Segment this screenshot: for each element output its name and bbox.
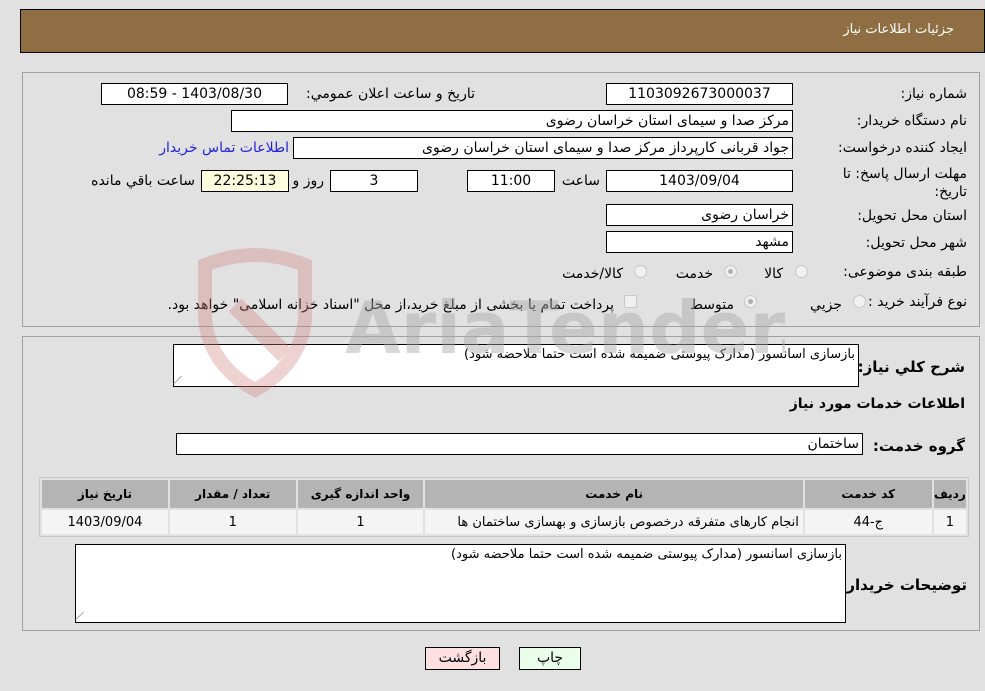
process-radio-minor[interactable] xyxy=(853,295,866,308)
buyer-notes-text: بازسازی اسانسور (مدارک پیوستی ضمیمه شده … xyxy=(451,547,842,562)
province-field[interactable]: خراسان رضوی xyxy=(606,204,793,226)
deadline-label: مهلت ارسال پاسخ: تا تاریخ: xyxy=(842,166,967,200)
resize-grip-icon[interactable] xyxy=(75,612,91,620)
category-label: طبقه بندی موضوعی: xyxy=(843,264,967,280)
summary-text: بازسازی اسانسور (مدارک پیوستی ضمیمه شده … xyxy=(464,347,855,362)
service-group-label: گروه خدمت: xyxy=(872,437,965,455)
process-radio-medium[interactable] xyxy=(744,295,757,308)
need-number-field[interactable]: 1103092673000037 xyxy=(606,83,793,105)
back-button[interactable]: بازگشت xyxy=(425,647,500,670)
category-option-service: خدمت xyxy=(675,266,713,282)
category-radio-goods-service[interactable] xyxy=(634,265,647,278)
table-header-row: ردیف کد خدمت نام خدمت واحد اندازه گیری ت… xyxy=(42,480,966,508)
remaining-time-field[interactable]: 22:25:13 xyxy=(201,170,289,192)
announce-label: تاریخ و ساعت اعلان عمومي: xyxy=(306,86,475,102)
resize-grip-icon[interactable] xyxy=(173,376,189,384)
page-header: جزئیات اطلاعات نیاز xyxy=(20,9,985,53)
cell-service-name: انجام کارهای متفرقه درخصوص بازسازی و بهس… xyxy=(425,510,803,534)
process-option-minor: جزيي xyxy=(810,297,842,313)
remaining-time-label: ساعت باقي مانده xyxy=(91,173,195,189)
col-header-need-date: تاریخ نیاز xyxy=(42,480,168,508)
col-header-unit: واحد اندازه گیری xyxy=(297,480,424,508)
need-number-label: شماره نیاز: xyxy=(900,86,968,102)
creator-field[interactable]: جواد قربانی کارپرداز مرکز صدا و سیمای اس… xyxy=(293,137,793,159)
summary-label: شرح کلي نیاز: xyxy=(857,358,965,376)
cell-quantity: 1 xyxy=(169,510,296,534)
col-header-row-number: ردیف xyxy=(933,480,966,508)
cell-need-date: 1403/09/04 xyxy=(42,510,168,534)
treasury-checkbox-label: پرداخت تمام یا بخشی از مبلغ خرید،از محل … xyxy=(167,297,614,313)
treasury-checkbox[interactable] xyxy=(624,295,637,308)
category-option-goods: کالا xyxy=(764,266,783,282)
summary-textarea[interactable]: بازسازی اسانسور (مدارک پیوستی ضمیمه شده … xyxy=(173,344,859,387)
buyer-org-field[interactable]: مرکز صدا و سیمای استان خراسان رضوی xyxy=(231,110,793,132)
service-group-field[interactable]: ساختمان xyxy=(176,433,863,455)
province-label: استان محل تحویل: xyxy=(857,208,967,224)
services-table: ردیف کد خدمت نام خدمت واحد اندازه گیری ت… xyxy=(39,477,969,537)
buyer-notes-textarea[interactable]: بازسازی اسانسور (مدارک پیوستی ضمیمه شده … xyxy=(75,544,846,623)
col-header-service-name: نام خدمت xyxy=(425,480,803,508)
city-field[interactable]: مشهد xyxy=(606,231,793,253)
buyer-contact-link[interactable]: اطلاعات تماس خریدار xyxy=(159,140,289,156)
category-option-goods-service: کالا/خدمت xyxy=(562,266,623,282)
deadline-time-label: ساعت xyxy=(561,173,600,189)
category-radio-goods[interactable] xyxy=(795,265,808,278)
table-row: 1 ج-44 انجام کارهای متفرقه درخصوص بازساز… xyxy=(42,510,966,534)
creator-label: ایجاد کننده درخواست: xyxy=(838,140,967,156)
cell-row-number: 1 xyxy=(933,510,966,534)
cell-unit: 1 xyxy=(297,510,424,534)
category-radio-service[interactable] xyxy=(724,265,737,278)
city-label: شهر محل تحویل: xyxy=(865,235,967,251)
deadline-date-field[interactable]: 1403/09/04 xyxy=(606,170,793,192)
page-title: جزئیات اطلاعات نیاز xyxy=(843,22,954,37)
col-header-service-code: کد خدمت xyxy=(804,480,932,508)
print-button[interactable]: چاپ xyxy=(519,647,581,670)
cell-service-code: ج-44 xyxy=(804,510,932,534)
buyer-notes-label: توضیحات خریدار: xyxy=(840,576,967,594)
days-remaining-field[interactable]: 3 xyxy=(330,170,418,192)
buyer-org-label: نام دستگاه خریدار: xyxy=(856,113,967,129)
announce-datetime-field[interactable]: 1403/08/30 - 08:59 xyxy=(101,83,288,105)
col-header-quantity: تعداد / مقدار xyxy=(169,480,296,508)
process-option-medium: متوسط xyxy=(690,297,734,313)
days-label: روز و xyxy=(292,173,325,189)
process-label: نوع فرآیند خرید : xyxy=(868,294,967,310)
services-section-title: اطلاعات خدمات مورد نیاز xyxy=(789,396,965,412)
deadline-time-field[interactable]: 11:00 xyxy=(467,170,555,192)
